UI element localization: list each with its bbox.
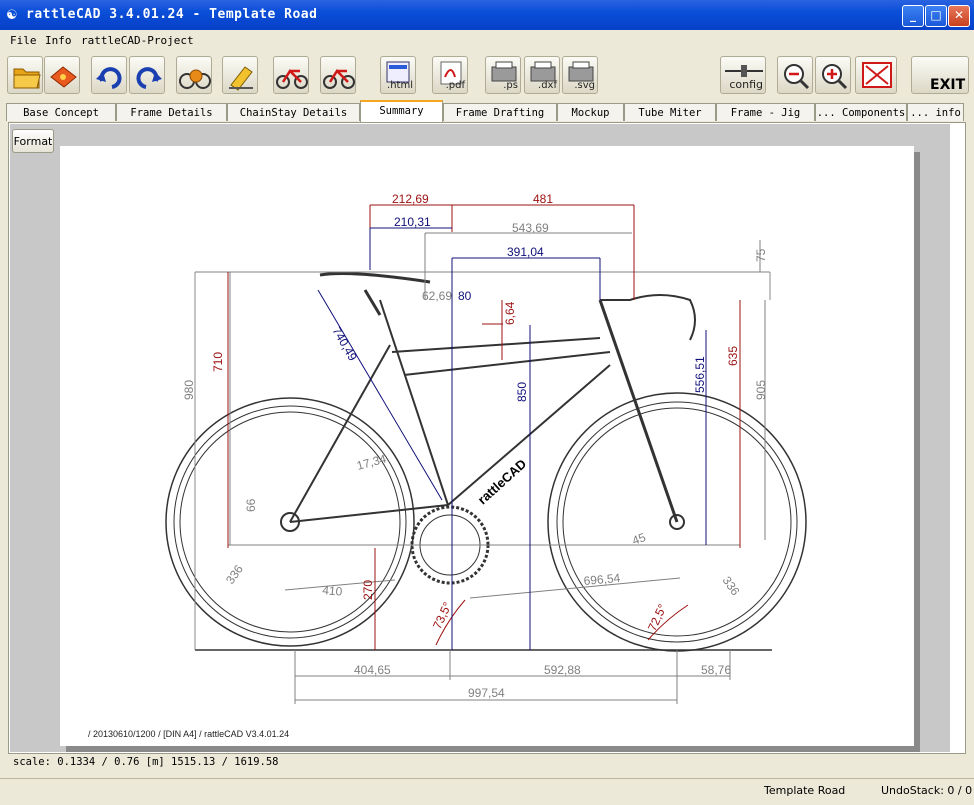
export-pdf-button[interactable]: .pdf [432,56,468,94]
eraser-icon [229,66,253,91]
save-icon [50,66,77,88]
dim-905: 905 [754,380,768,400]
menu-project[interactable]: rattleCAD-Project [81,34,194,47]
dim-336-left: 336 [223,562,246,587]
export-dxf-button[interactable]: .dxf [524,56,560,94]
dim-850: 850 [515,382,529,402]
status-bar: Template Road UndoStack: 0 / 0 [0,778,974,803]
status-undo-stack: UndoStack: 0 / 0 [881,784,973,797]
dim-6-64: 6,64 [503,301,517,325]
dim-17-34: 17,34 [355,452,388,473]
config-button[interactable]: config [720,56,766,94]
tab-tube-miter[interactable]: Tube Miter [624,103,716,121]
maximize-button[interactable]: □ [925,5,947,27]
angle-73-5: 73,5° [430,600,455,632]
dim-62-69: 62,69 [422,289,452,303]
dim-391-04: 391,04 [507,245,544,259]
window-title: rattleCAD 3.4.01.24 - Template Road [26,7,318,22]
export-svg-button[interactable]: .svg [562,56,598,94]
bike-drawing: rattleCAD 212,69 481 710 635 6,64 270 73… [88,192,807,739]
tab-info[interactable]: ... info [907,103,964,121]
angle-72-5: 72,5° [645,602,670,634]
dim-543-69: 543,69 [512,221,549,235]
dim-75: 75 [754,248,768,262]
dim-80: 80 [458,289,472,303]
sheet-footer: / 20130610/1200 / [DIN A4] / rattleCAD V… [88,729,289,739]
tab-summary[interactable]: Summary [360,100,443,122]
tab-components[interactable]: ... Components [815,103,907,121]
dim-556-51: 556,51 [693,356,707,393]
zoom-in-button[interactable] [815,56,851,94]
export-ps-button[interactable]: .ps [485,56,521,94]
bike-red-icon [276,69,308,89]
tab-frame-jig[interactable]: Frame - Jig [716,103,815,121]
tab-chainstay-details[interactable]: ChainStay Details [227,103,360,121]
dim-212-69: 212,69 [392,192,429,206]
toolbar: .html .pdf .ps .dxf .svg config EXIT [0,52,974,98]
bike-red-button[interactable] [273,56,309,94]
dim-410: 410 [322,583,343,599]
pdf-label: .pdf [445,80,465,91]
dim-635: 635 [726,346,740,366]
close-button[interactable]: ✕ [948,5,970,27]
undo-icon [96,67,122,89]
zoom-out-button[interactable] [777,56,813,94]
scale-readout: scale: 0.1334 / 0.76 [m] 1515.13 / 1619.… [13,756,279,768]
exit-label: EXIT [930,77,966,93]
format-button[interactable]: Format [12,129,54,153]
bike-compare-icon [323,69,355,89]
tab-mockup[interactable]: Mockup [557,103,624,121]
title-bar: ☯ rattleCAD 3.4.01.24 - Template Road _ … [0,0,974,30]
dim-481: 481 [533,192,553,206]
tab-frame-details[interactable]: Frame Details [116,103,227,121]
dim-997-54: 997,54 [468,686,505,700]
tab-frame-drafting[interactable]: Frame Drafting [443,103,557,121]
drawing-group: rattleCAD 212,69 481 710 635 6,64 270 73… [88,192,807,739]
zoom-in-icon [822,64,848,90]
dim-58-76: 58,76 [701,663,731,677]
dim-696-54: 696,54 [583,571,621,588]
html-label: .html [387,80,413,91]
fit-view-button[interactable] [855,56,897,94]
minimize-button[interactable]: _ [902,5,924,27]
dim-404-65: 404,65 [354,663,391,677]
status-project-name: Template Road [764,784,846,797]
drawing-sheet: rattleCAD 212,69 481 710 635 6,64 270 73… [60,146,914,746]
dim-592-88: 592,88 [544,663,581,677]
render-bike-button[interactable] [176,56,212,94]
undo-button[interactable] [91,56,127,94]
fit-view-icon [862,62,892,88]
config-label: config [729,78,763,91]
save-button[interactable] [44,56,80,94]
menu-bar: File Info rattleCAD-Project [0,30,974,50]
zoom-out-icon [784,64,810,90]
redo-icon [136,67,162,89]
dim-336-right: 336 [720,574,743,599]
bike-compare-button[interactable] [320,56,356,94]
ps-label: .ps [503,80,518,91]
open-folder-button[interactable] [7,56,43,94]
dim-270: 270 [361,580,375,600]
export-html-button[interactable]: .html [380,56,416,94]
dim-710: 710 [211,352,225,372]
dxf-label: .dxf [538,80,557,91]
dim-66: 66 [244,498,258,512]
clear-button[interactable] [222,56,258,94]
dim-740-49: 740,49 [329,325,360,364]
dim-980: 980 [182,380,196,400]
dim-210-31: 210,31 [394,215,431,229]
tab-base-concept[interactable]: Base Concept [6,103,116,121]
redo-button[interactable] [129,56,165,94]
frame-decal: rattleCAD [475,456,530,507]
bike-gear-icon [179,69,211,89]
exit-button[interactable]: EXIT [911,56,969,94]
folder-icon [13,68,41,89]
menu-info[interactable]: Info [45,34,72,47]
menu-file[interactable]: File [10,34,37,47]
app-icon: ☯ [6,8,18,23]
svg-label: .svg [574,80,595,91]
